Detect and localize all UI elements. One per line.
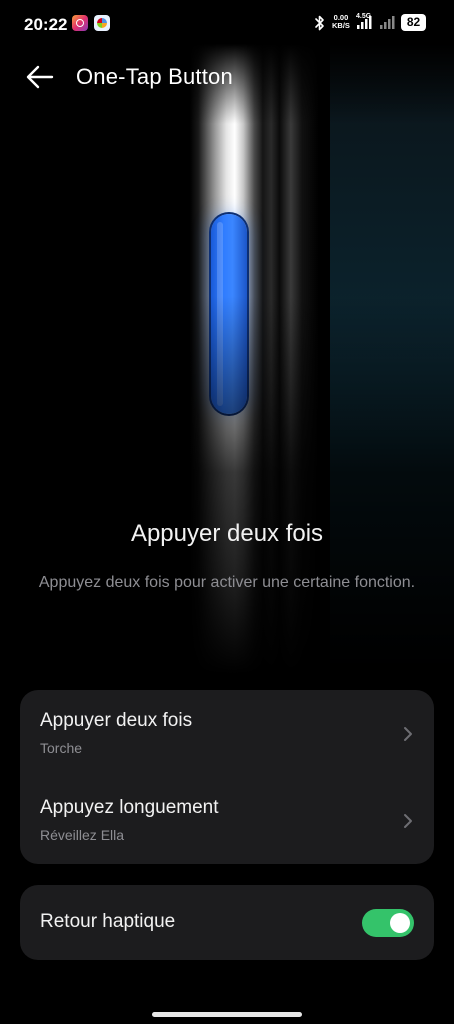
page-title: One-Tap Button bbox=[76, 64, 233, 89]
haptic-label: Retour haptique bbox=[40, 911, 176, 932]
signal-icon bbox=[357, 16, 372, 29]
signal-icon bbox=[380, 16, 395, 29]
setting-value: Torche bbox=[40, 740, 83, 756]
back-button[interactable] bbox=[22, 60, 58, 96]
home-indicator[interactable] bbox=[152, 1012, 302, 1017]
actions-card: Appuyer deux fois Torche Appuyez longuem… bbox=[20, 690, 434, 864]
haptic-toggle[interactable] bbox=[362, 909, 414, 937]
setting-label: Appuyez longuement bbox=[40, 797, 219, 818]
bluetooth-icon bbox=[315, 15, 324, 31]
setting-row-long-press[interactable]: Appuyez longuement Réveillez Ella bbox=[20, 777, 434, 864]
setting-value: Réveillez Ella bbox=[40, 827, 125, 843]
gallery-icon bbox=[94, 15, 110, 31]
status-time: 20:22 bbox=[24, 15, 68, 34]
feature-title: Appuyer deux fois bbox=[130, 520, 324, 547]
toggle-knob bbox=[390, 913, 410, 933]
instagram-icon bbox=[72, 15, 88, 31]
battery-icon: 82 bbox=[401, 14, 426, 31]
chevron-right-icon bbox=[404, 727, 412, 741]
chevron-right-icon bbox=[404, 814, 412, 828]
network-speed: 0.00 KB/S bbox=[332, 14, 350, 30]
status-bar: 20:22 0.00 KB/S 4.5G 82 bbox=[0, 0, 454, 48]
arrow-left-icon bbox=[26, 65, 54, 89]
net-speed-unit: KB/S bbox=[332, 21, 350, 30]
setting-row-double-tap[interactable]: Appuyer deux fois Torche bbox=[20, 690, 434, 777]
feature-description: Appuyez deux fois pour activer une certa… bbox=[38, 574, 416, 591]
haptic-card: Retour haptique bbox=[20, 885, 434, 960]
setting-label: Appuyer deux fois bbox=[40, 710, 193, 731]
